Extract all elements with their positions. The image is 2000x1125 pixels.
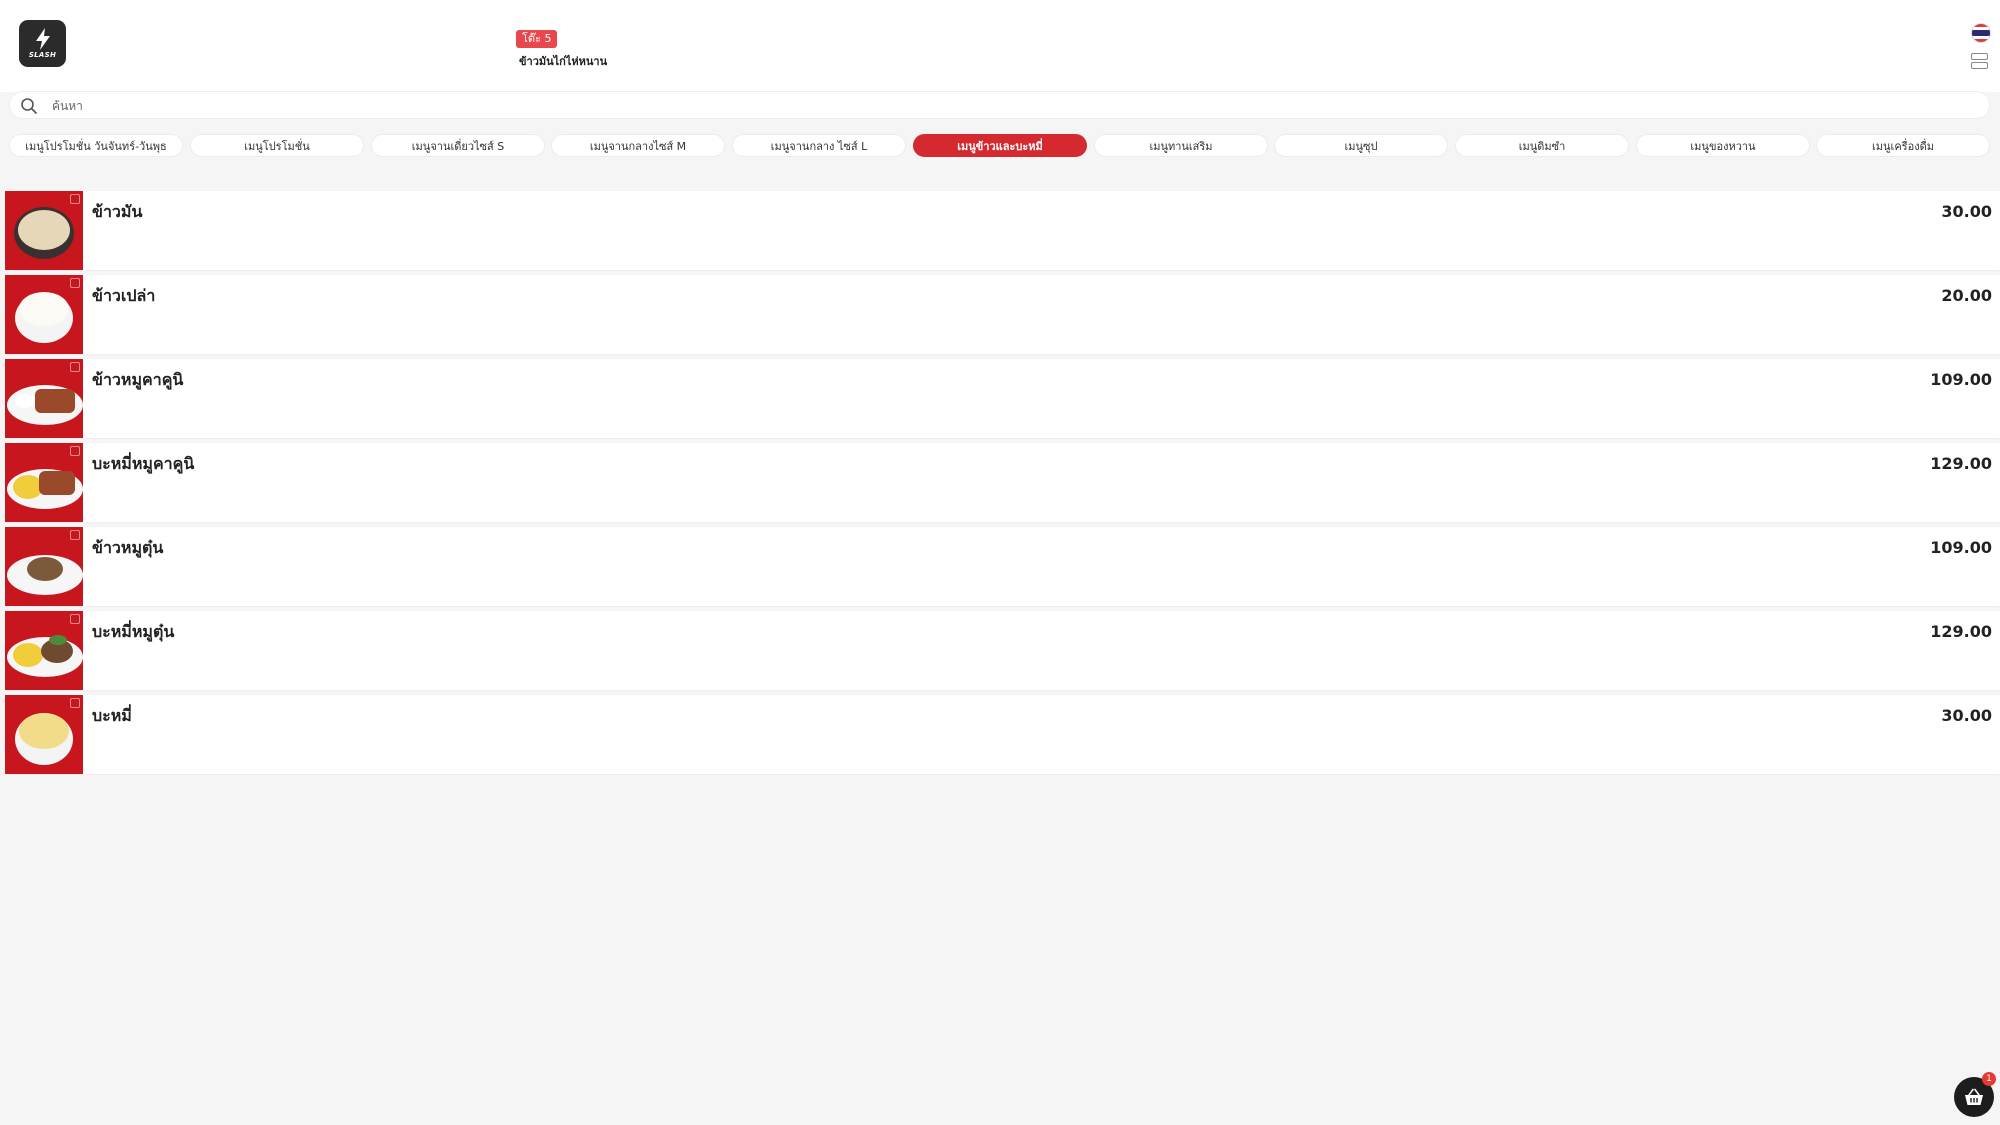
cart-count-badge: 1 <box>1982 1072 1996 1086</box>
item-name: ข้าวหมูคาคูนิ <box>92 370 184 389</box>
thai-flag-icon[interactable] <box>1971 23 1991 43</box>
menu-item[interactable]: บะหมี่หมูคาคูนิ 129.00 <box>5 443 2000 522</box>
header: SLASH โต๊ะ 5 ข้าวมันไก่ไห่หนาน <box>0 0 2000 92</box>
item-price: 30.00 <box>1941 202 1992 221</box>
tab-drinks[interactable]: เมนูเครื่องดื่ม <box>1816 134 1990 157</box>
search-input[interactable] <box>50 95 1954 117</box>
menu-item[interactable]: ข้าวมัน 30.00 <box>5 191 2000 270</box>
menu-item[interactable]: ข้าวหมูคาคูนิ 109.00 <box>5 359 2000 438</box>
item-price: 129.00 <box>1930 454 1992 473</box>
list-view-icon[interactable] <box>1971 53 1990 72</box>
logo-text: SLASH <box>28 51 57 59</box>
tab-sides[interactable]: เมนูทานเสริม <box>1094 134 1268 157</box>
menu-item[interactable]: ข้าวเปล่า 20.00 <box>5 275 2000 354</box>
tab-rice-noodles[interactable]: เมนูข้าวและบะหมี่ <box>913 134 1087 157</box>
food-image <box>5 359 83 438</box>
store-name: ข้าวมันไก่ไห่หนาน <box>519 55 608 68</box>
tab-single-s[interactable]: เมนูจานเดี่ยวไซส์ S <box>371 134 545 157</box>
search-bar[interactable] <box>9 91 1990 119</box>
tab-dessert[interactable]: เมนูของหวาน <box>1636 134 1810 157</box>
food-image <box>5 191 83 270</box>
item-price: 20.00 <box>1941 286 1992 305</box>
item-name: บะหมี่หมูคาคูนิ <box>92 454 195 473</box>
item-name: บะหมี่ <box>92 706 132 725</box>
item-price: 129.00 <box>1930 622 1992 641</box>
item-price: 109.00 <box>1930 370 1992 389</box>
tab-soup[interactable]: เมนูซุป <box>1274 134 1448 157</box>
food-image <box>5 443 83 522</box>
item-name: บะหมี่หมูตุ๋น <box>92 622 175 641</box>
search-icon <box>21 98 37 114</box>
item-name: ข้าวเปล่า <box>92 286 156 305</box>
lightning-icon <box>35 28 50 50</box>
menu-item[interactable]: ข้าวหมูตุ๋น 109.00 <box>5 527 2000 606</box>
item-price: 30.00 <box>1941 706 1992 725</box>
food-image <box>5 527 83 606</box>
basket-icon <box>1965 1088 1983 1105</box>
food-image <box>5 695 83 774</box>
tab-medium-m[interactable]: เมนูจานกลางไซส์ M <box>551 134 725 157</box>
tab-dimsum[interactable]: เมนูดิมซำ <box>1455 134 1629 157</box>
table-badge: โต๊ะ 5 <box>516 30 558 48</box>
food-image <box>5 275 83 354</box>
food-image <box>5 611 83 690</box>
menu-item[interactable]: บะหมี่ 30.00 <box>5 695 2000 774</box>
item-name: ข้าวมัน <box>92 202 143 221</box>
item-name: ข้าวหมูตุ๋น <box>92 538 164 557</box>
category-tabs: เมนูโปรโมชั่น วันจันทร์-วันพุธ เมนูโปรโม… <box>0 130 2000 160</box>
tab-medium-l[interactable]: เมนูจานกลาง ไซส์ L <box>732 134 906 157</box>
menu-item[interactable]: บะหมี่หมูตุ๋น 129.00 <box>5 611 2000 690</box>
tab-promo-mon-wed[interactable]: เมนูโปรโมชั่น วันจันทร์-วันพุธ <box>9 134 183 157</box>
app-logo[interactable]: SLASH <box>19 20 66 67</box>
item-price: 109.00 <box>1930 538 1992 557</box>
tab-promo[interactable]: เมนูโปรโมชั่น <box>190 134 364 157</box>
